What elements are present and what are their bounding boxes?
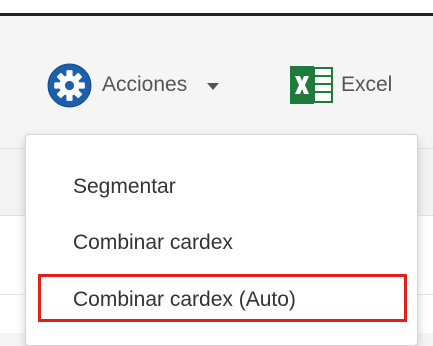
excel-label: Excel [341,73,393,96]
menu-item-segmentar[interactable]: Segmentar [73,175,176,199]
menu-item-combinar-cardex[interactable]: Combinar cardex [73,231,233,255]
toolbar: Acciones Excel [0,16,433,128]
excel-icon [290,66,333,104]
top-divider [0,0,433,16]
chevron-down-icon [207,82,220,90]
menu-item-combinar-cardex-auto[interactable]: Combinar cardex (Auto) [73,288,296,312]
acciones-button[interactable]: Acciones [47,63,220,107]
gear-icon [47,63,92,107]
acciones-dropdown-menu: Segmentar Combinar cardex Combinar carde… [25,134,418,346]
acciones-label: Acciones [102,73,188,96]
excel-button[interactable]: Excel [288,62,392,108]
